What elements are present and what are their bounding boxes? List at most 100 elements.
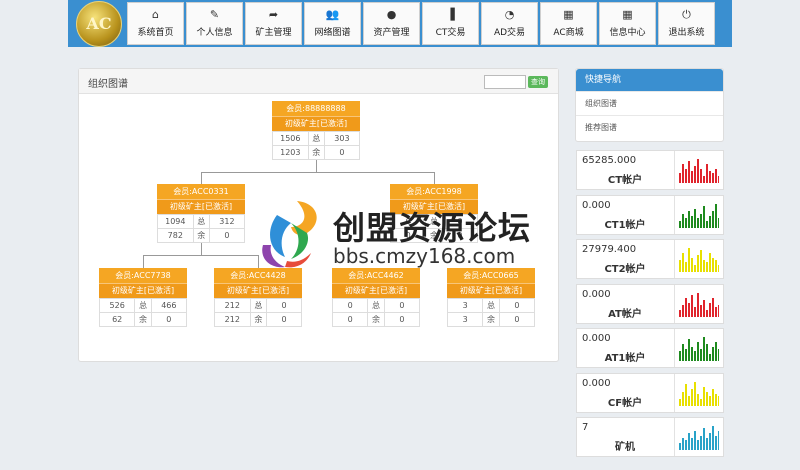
right-total: 312 [208,214,246,229]
nav-item-6[interactable]: ◔ AD交易 [481,2,538,45]
tree-connector [434,172,435,184]
sparkline-bar [706,392,708,406]
account-card-4[interactable]: 0.000 AT1帐户 [576,328,724,368]
left-remain: 3 [446,312,484,327]
sparkline-bar [688,433,690,450]
nav-item-1[interactable]: ✎ 个人信息 [186,2,243,45]
sparkline-bar [706,262,708,272]
account-card-0[interactable]: 65285.000 CT帐户 [576,150,724,190]
account-sparkline [674,418,723,456]
sparkline-bar [715,307,717,317]
tree-node-n5[interactable]: 会员:ACC4462 初级矿主[已激活] 0 总 0 0 余 0 [331,268,421,327]
sparkline-bar [718,431,719,450]
nav-item-2[interactable]: ➦ 矿主管理 [245,2,302,45]
user-icon: ● [386,8,397,21]
sparkline-bar [682,253,684,272]
sparkline-bar [703,387,705,406]
tree-node-n3[interactable]: 会员:ACC7738 初级矿主[已激活] 526 总 466 62 余 0 [98,268,188,327]
nav-item-7[interactable]: ▦ AC商城 [540,2,597,45]
nav-item-8[interactable]: ▦ 信息中心 [599,2,656,45]
nav-item-9[interactable]: ⏻ 退出系统 [658,2,715,45]
sparkline-bar [679,399,681,406]
account-name: AT1帐户 [604,353,646,364]
node-status: [已激活] [376,286,408,295]
remain-label: 余 [367,312,385,327]
search-button[interactable]: 查询 [528,76,548,88]
tree-node-n4[interactable]: 会员:ACC4428 初级矿主[已激活] 212 总 0 212 余 0 [214,268,302,327]
quick-nav-referral-chart[interactable]: 推荐图谱 [576,115,723,139]
stats-row-total: 212 总 0 [214,298,302,313]
left-remain: 62 [98,312,136,327]
sparkline-bar [712,211,714,228]
sparkline-bar [694,166,696,183]
sparkline-bar [700,399,702,406]
account-card-2[interactable]: 27979.400 CT2帐户 [576,239,724,279]
sparkline-bar [706,221,708,228]
sparkline-bar [703,300,705,317]
sparkline-bar [700,436,702,450]
stats-row-total: 0总0 [331,298,421,313]
account-sparkline [674,151,723,189]
tree-node-n1[interactable]: 会员:ACC0331 初级矿主[已激活] 1094 总 312 782 余 0 [157,184,246,243]
tree-connector [143,255,144,268]
sparkline-bar [697,218,699,228]
nav-item-4[interactable]: ● 资产管理 [363,2,420,45]
sparkline-bar [715,342,717,361]
sparkline-bar [718,176,719,183]
nav-item-3[interactable]: 👥 网络图谱 [304,2,361,45]
sparkline-bar [703,206,705,228]
sparkline-bar [691,258,693,272]
sparkline-bar [685,262,687,272]
sparkline-bar [718,349,719,361]
node-member-id: 会员:ACC7738 [99,268,187,284]
right-remain: 0 [498,312,536,327]
sparkline-bar [682,438,684,450]
sparkline-bar [700,349,702,361]
node-level-label: 初级矿主 [344,286,377,295]
account-name: CT2帐户 [604,264,646,275]
nav-item-label: 矿主管理 [255,28,292,38]
tree-node-n6[interactable]: 会员:ACC0665 初级矿主[已激活] 3 总 0 3 余 0 [446,268,536,327]
sparkline-bar [694,431,696,450]
stats-row-total: 526 总 466 [98,298,188,313]
account-sparkline [674,240,723,278]
power-icon: ⏻ [682,8,691,21]
sparkline-bar [694,307,696,317]
total-label: 总 [134,298,152,313]
tree-node-root[interactable]: 会员:88888888 初级矿主[已激活] 1506 总 303 1203 余 0 [272,101,361,160]
sparkline-bar [715,204,717,228]
account-card-5[interactable]: 0.000 CF帐户 [576,373,724,413]
sparkline-bar [691,216,693,228]
node-status: [已激活] [201,202,233,211]
account-card-3[interactable]: 0.000 AT帐户 [576,284,724,324]
nav-item-0[interactable]: ⌂ 系统首页 [127,2,184,45]
stats-row-total: 1506 总 303 [272,131,361,146]
quick-nav-title: 快捷导航 [576,69,723,91]
watermark: 创盟资源论坛 bbs.cmzy168.com [257,197,547,272]
sparkline-bar [682,214,684,228]
account-name: CF帐户 [607,398,643,409]
nav-item-5[interactable]: ▐ CT交易 [422,2,479,45]
sparkline-bar [700,214,702,228]
right-total: 303 [323,131,361,146]
node-stats-table: 1094 总 312 782 余 0 [157,214,246,243]
sparkline-bar [688,396,690,406]
sparkline-bar [694,382,696,406]
sparkline-bar [706,164,708,183]
sparkline-bar [715,394,717,406]
account-card-6[interactable]: 7 矿机 [576,417,724,457]
member-search-input[interactable] [484,75,526,89]
sparkline-bar [700,169,702,183]
sparkline-bar [700,250,702,272]
node-level: 初级矿主[已激活] [332,284,420,298]
site-logo[interactable]: AC [76,1,122,47]
sparkline-bar [688,161,690,183]
node-level-label: 初级矿主 [111,286,144,295]
panel-header: 组织图谱 查询 [79,69,558,94]
nav-item-label: 信息中心 [609,28,646,38]
share-icon: ➦ [268,8,279,21]
quick-nav-org-chart[interactable]: 组织图谱 [576,91,723,115]
account-card-1[interactable]: 0.000 CT1帐户 [576,195,724,235]
tree-connector [201,243,202,255]
account-name: CT帐户 [607,175,643,186]
